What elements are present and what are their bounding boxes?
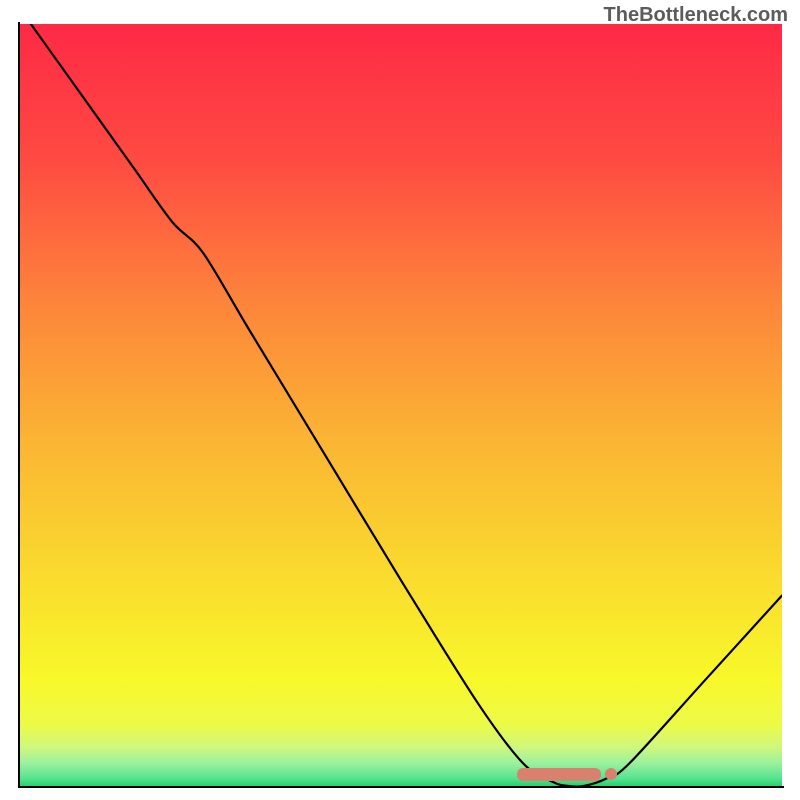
- chart-curve: [20, 24, 782, 786]
- y-axis-line: [18, 22, 20, 788]
- chart-marker-range: [517, 768, 601, 781]
- x-axis-line: [18, 786, 784, 788]
- chart-marker-dot: [605, 768, 617, 780]
- chart-plot-area: [20, 24, 782, 786]
- watermark-text: TheBottleneck.com: [604, 4, 788, 27]
